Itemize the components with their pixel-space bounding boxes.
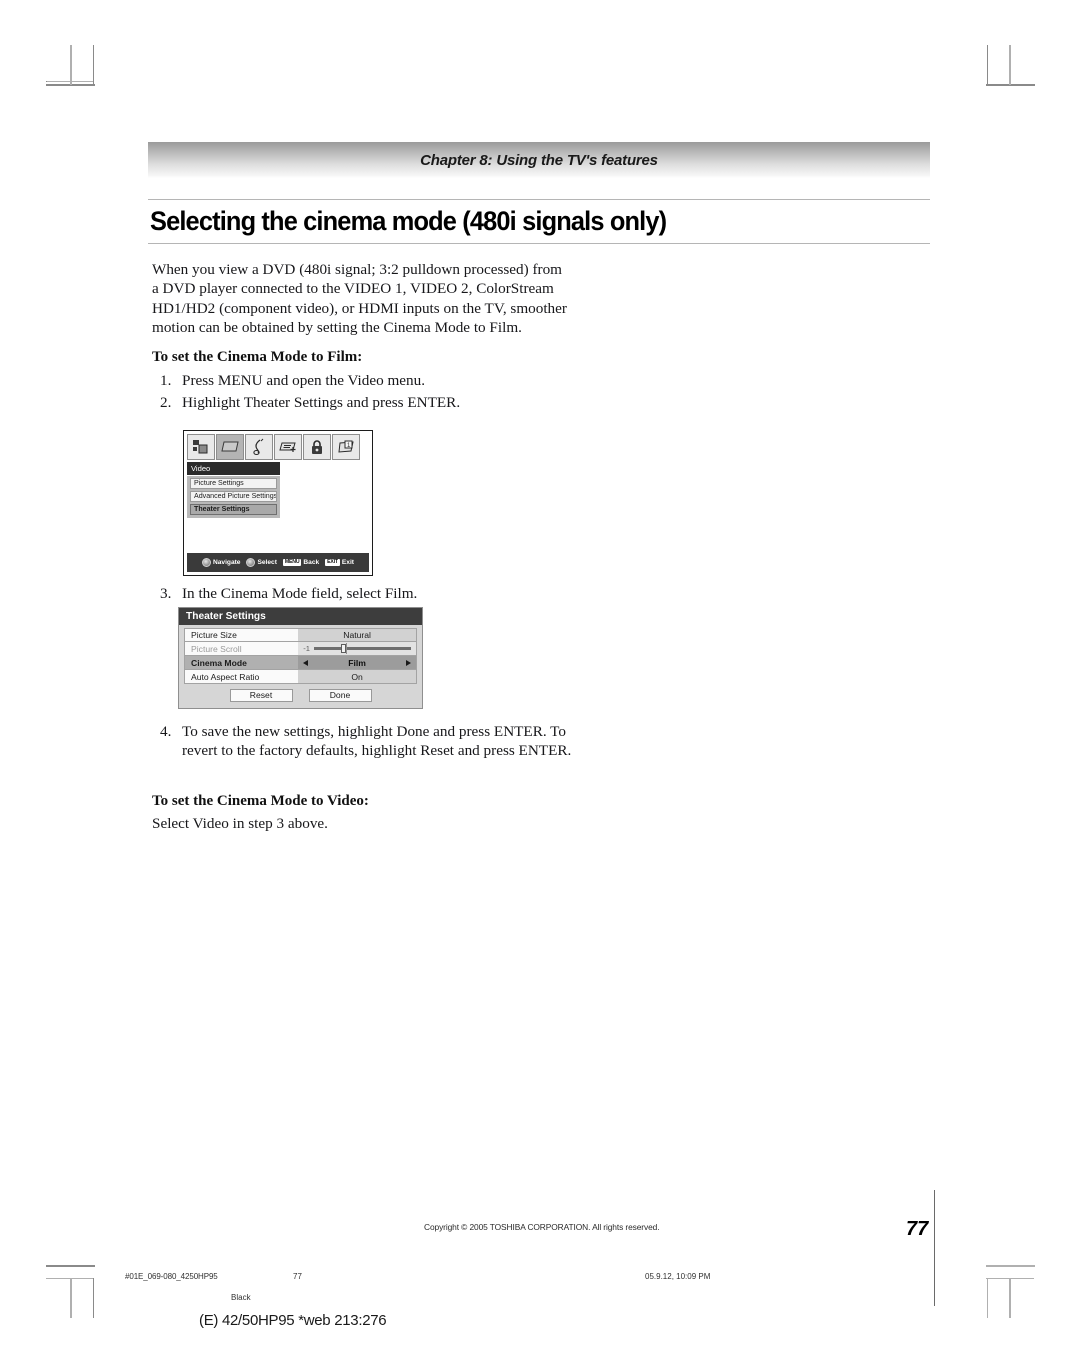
row-value-auto-aspect-ratio[interactable]: On <box>298 670 416 683</box>
exit-key-badge: EXIT <box>325 559 340 566</box>
nav-hint-label: Select <box>257 559 277 566</box>
tv-menu-navigation-bar: Navigate Select MENU Back EXIT Exit <box>187 553 369 572</box>
film-heading: To set the Cinema Mode to Film: <box>152 349 363 366</box>
list-item: 2. Highlight Theater Settings and press … <box>152 392 572 414</box>
table-row: Picture Scroll -1 <box>184 642 417 656</box>
crop-mark-top-right-v <box>1009 45 1011 85</box>
row-label-auto-aspect-ratio: Auto Aspect Ratio <box>185 670 299 683</box>
theater-settings-rows: Picture Size Natural Picture Scroll -1 C… <box>179 625 422 702</box>
tv-menu-title: Video <box>187 462 280 475</box>
slider-value: -1 <box>303 644 310 653</box>
theater-settings-buttons: Reset Done <box>184 689 417 702</box>
step-text: Press MENU and open the Video menu. <box>182 372 426 390</box>
chapter-header-text: Chapter 8: Using the TV's features <box>420 151 658 169</box>
tv-menu-item-picture-settings[interactable]: Picture Settings <box>190 478 277 489</box>
crop-mark-top-left-inner-h <box>46 81 94 82</box>
step-number: 1. <box>160 372 172 390</box>
chapter-header-bar: Chapter 8: Using the TV's features <box>148 142 930 178</box>
step-number: 4. <box>160 723 172 740</box>
crop-mark-bottom-left-inner-h <box>46 1278 94 1279</box>
row-value-picture-size[interactable]: Natural <box>298 629 416 641</box>
tv-menu-list: Picture Settings Advanced Picture Settin… <box>187 476 280 518</box>
row-label-picture-scroll: Picture Scroll <box>185 642 299 655</box>
page-title: Selecting the cinema mode (480i signals … <box>150 206 667 236</box>
table-row[interactable]: Auto Aspect Ratio On <box>184 670 417 684</box>
row-value-picture-scroll[interactable]: -1 <box>298 642 416 655</box>
step-number: 3. <box>160 585 172 602</box>
dpad-icon <box>201 558 211 567</box>
title-rule-top <box>148 199 930 200</box>
intro-paragraph: When you view a DVD (480i signal; 3:2 pu… <box>152 261 567 336</box>
picture-icon[interactable] <box>216 434 244 460</box>
slider-tick <box>346 643 348 654</box>
print-page-number: 77 <box>293 1272 302 1281</box>
row-label-cinema-mode: Cinema Mode <box>185 656 299 669</box>
picture-scroll-slider[interactable]: -1 <box>298 643 416 654</box>
reset-button[interactable]: Reset <box>229 689 293 702</box>
cinema-mode-value: Film <box>348 657 366 668</box>
step-text: Highlight Theater Settings and press ENT… <box>182 393 461 411</box>
video-heading: To set the Cinema Mode to Video: <box>152 793 369 809</box>
audio-note-icon[interactable] <box>245 434 273 460</box>
chevron-left-icon[interactable] <box>303 659 309 666</box>
step-3: 3. In the Cinema Mode field, select Film… <box>152 583 582 604</box>
row-value-cinema-mode[interactable]: Film <box>298 656 416 669</box>
page-number: 77 <box>906 1218 929 1240</box>
chevron-right-icon[interactable] <box>406 659 411 666</box>
nav-hint-exit: EXIT Exit <box>325 559 354 566</box>
crop-mark-bottom-left-v <box>70 1278 72 1318</box>
nav-hint-select: Select <box>246 558 277 567</box>
video-instruction: Select Video in step 3 above. <box>152 815 328 832</box>
crop-mark-bottom-left-h <box>46 1265 95 1267</box>
crop-mark-top-left-v <box>70 45 72 85</box>
crop-mark-bottom-right-v <box>1009 1278 1011 1318</box>
nav-hint-label: Back <box>303 559 320 566</box>
theater-settings-screenshot: Theater Settings Picture Size Natural Pi… <box>178 607 423 709</box>
antenna-icon[interactable] <box>187 434 215 460</box>
nav-hint-back: MENU Back <box>282 559 320 566</box>
list-item: 1. Press MENU and open the Video menu. <box>152 370 572 392</box>
tv-menu-icon-bar: 1 <box>187 434 360 460</box>
table-row[interactable]: Picture Size Natural <box>184 628 417 642</box>
title-rule-bottom <box>148 243 930 244</box>
crop-mark-bottom-right-h <box>986 1265 1035 1267</box>
body-column: When you view a DVD (480i signal; 3:2 pu… <box>152 260 572 413</box>
theater-settings-header: Theater Settings <box>179 608 422 625</box>
print-file-name: #01E_069-080_4250HP95 <box>125 1272 218 1281</box>
slider-thumb[interactable] <box>341 644 347 653</box>
crop-mark-bottom-left-bleed-v <box>93 1278 94 1318</box>
setup-icon[interactable]: 1 <box>332 434 360 460</box>
steps-list-1: 1. Press MENU and open the Video menu. 2… <box>152 370 572 413</box>
enter-icon <box>246 558 256 567</box>
row-label-picture-size: Picture Size <box>185 629 299 641</box>
crop-mark-top-right-bleed-v <box>987 45 988 85</box>
slider-track[interactable] <box>313 643 411 654</box>
print-date: 05.9.12, 10:09 PM <box>645 1272 711 1281</box>
table-row[interactable]: Cinema Mode Film <box>184 656 417 670</box>
tv-video-menu-screenshot: 1 Video Picture Settings Advanced Pictur… <box>183 430 373 576</box>
menu-key-badge: MENU <box>282 559 302 566</box>
captions-icon[interactable] <box>274 434 302 460</box>
tv-menu-item-theater-settings[interactable]: Theater Settings <box>190 504 277 515</box>
copyright-notice: Copyright © 2005 TOSHIBA CORPORATION. Al… <box>424 1222 660 1232</box>
crop-mark-bottom-right-bleed-v <box>987 1278 988 1318</box>
nav-hint-label: Navigate <box>212 559 241 566</box>
tv-menu-item-advanced-picture-settings[interactable]: Advanced Picture Settings <box>190 491 277 502</box>
page-number-rule <box>934 1190 935 1306</box>
crop-mark-top-left-bleed-v <box>93 45 94 85</box>
crop-mark-top-left-bleed-h <box>46 81 47 82</box>
nav-hint-navigate: Navigate <box>201 558 241 567</box>
step-text: To save the new settings, highlight Done… <box>182 723 572 760</box>
step-text: In the Cinema Mode field, select Film. <box>182 585 418 602</box>
lock-icon[interactable] <box>303 434 331 460</box>
step-4: 4. To save the new settings, highlight D… <box>152 722 572 761</box>
print-plate-name: Black <box>231 1293 251 1302</box>
step-number: 2. <box>160 393 172 411</box>
done-button[interactable]: Done <box>308 689 372 702</box>
print-web-code: (E) 42/50HP95 *web 213:276 <box>199 1312 387 1329</box>
nav-hint-label: Exit <box>341 559 354 566</box>
document-page: Chapter 8: Using the TV's features Selec… <box>0 0 1080 1349</box>
